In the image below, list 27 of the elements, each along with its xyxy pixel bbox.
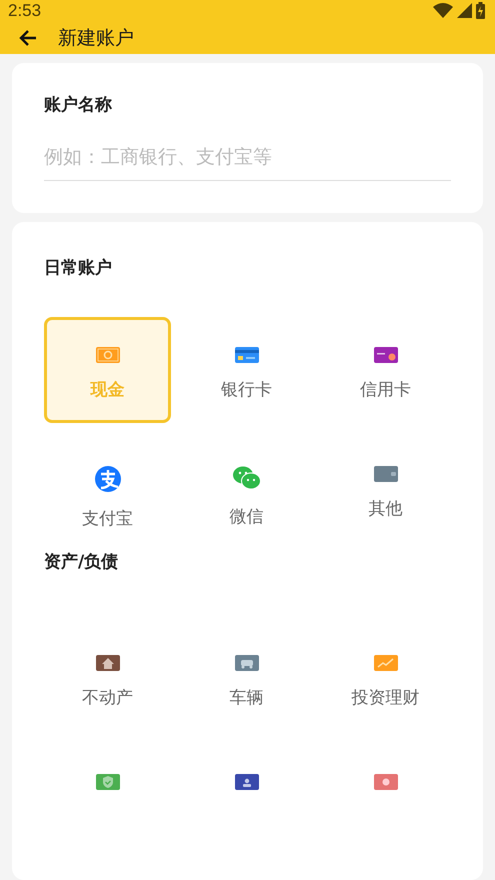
section-title: 资产/负债 [44, 551, 120, 573]
signal-icon [457, 3, 472, 18]
account-type-item[interactable]: 银行卡 [183, 317, 310, 423]
cash-icon [94, 346, 120, 364]
account-type-item[interactable]: 微信 [183, 436, 310, 542]
wallet-icon [372, 465, 398, 483]
account-type-item[interactable]: 支付宝 [44, 436, 171, 542]
id-card-icon [234, 773, 260, 791]
chat-bubbles-icon [232, 465, 262, 491]
house-icon [94, 654, 120, 672]
car-icon [234, 654, 260, 672]
page-title: 新建账户 [58, 26, 134, 51]
credit-card-icon [372, 346, 398, 364]
account-type-item[interactable]: 不动产 [44, 625, 171, 731]
banknote-icon [372, 773, 398, 791]
account-type-item[interactable]: 其他 [322, 436, 449, 542]
wifi-icon [433, 3, 453, 18]
payment-logo-icon [94, 465, 122, 493]
section-title: 日常账户 [44, 257, 113, 279]
field-label: 账户名称 [44, 94, 113, 116]
account-type-item[interactable]: 车辆 [183, 625, 310, 731]
trend-chart-icon [372, 654, 398, 672]
account-type-item[interactable]: 信用卡 [322, 317, 449, 423]
account-type-item[interactable]: 投资理财 [322, 625, 449, 731]
bank-card-icon [234, 346, 260, 364]
status-time: 2:53 [8, 0, 42, 21]
shield-icon [94, 773, 120, 791]
